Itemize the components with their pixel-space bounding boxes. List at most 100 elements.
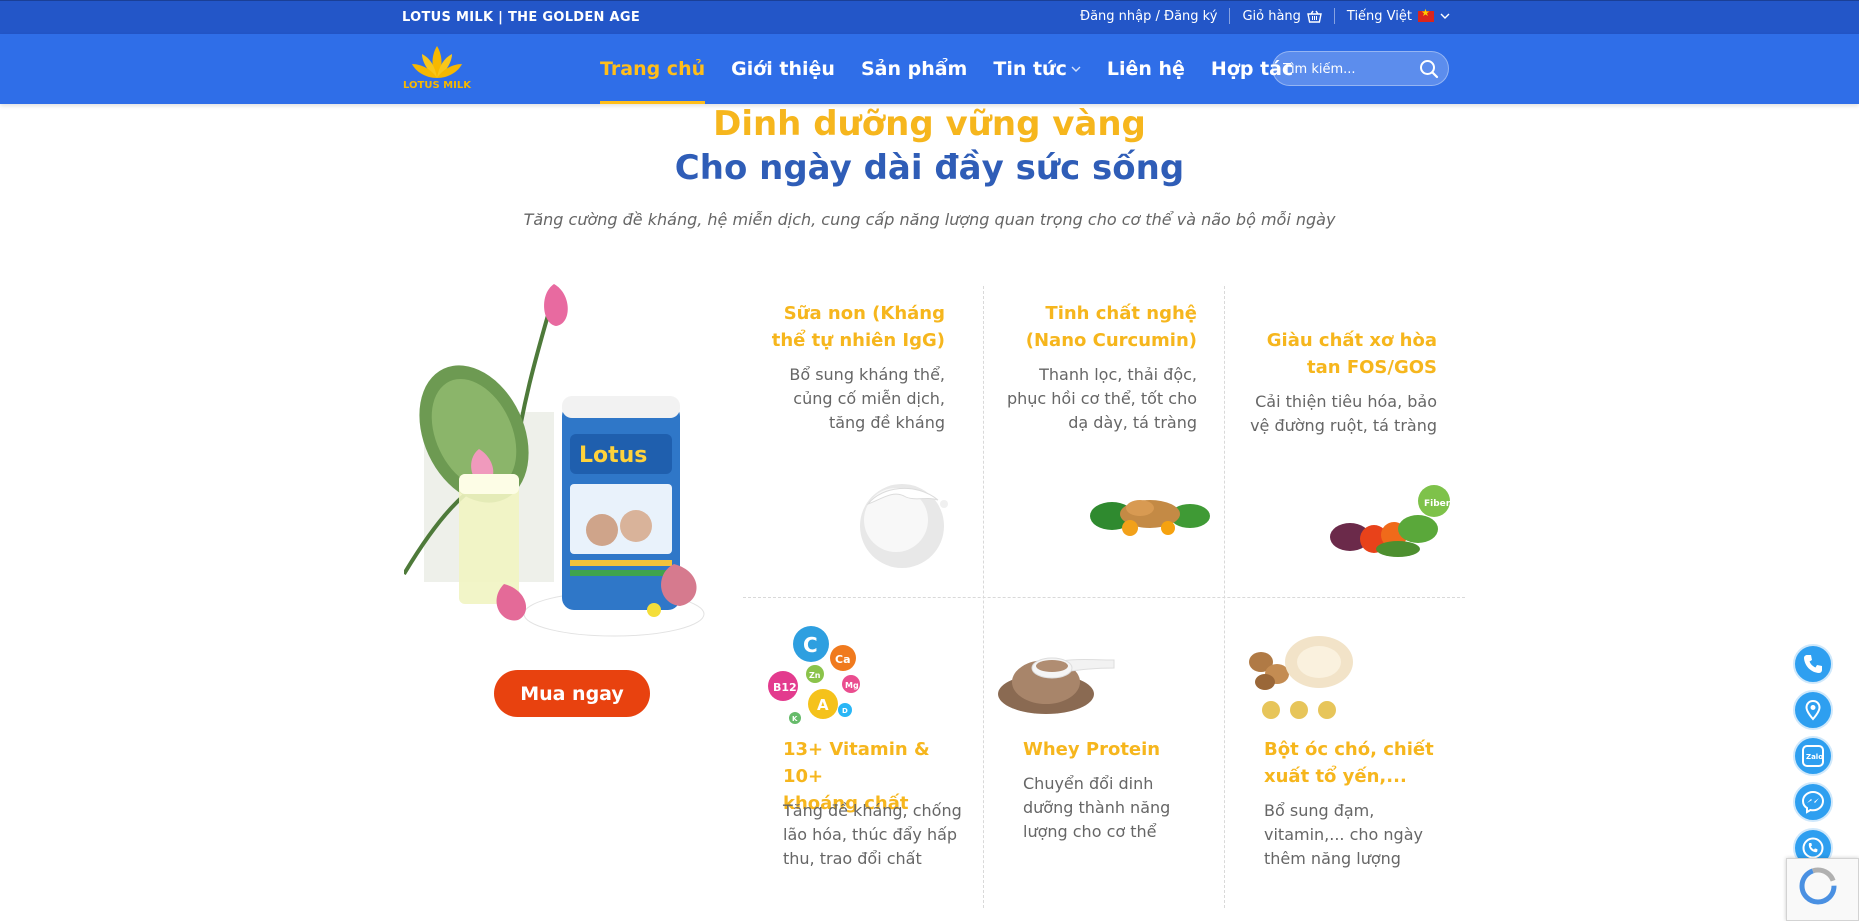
chevron-down-icon (1440, 13, 1450, 19)
feature-title: Giàu chất xơ hòa tan FOS/GOS (1229, 327, 1437, 381)
vitamin-label: Mg (845, 681, 859, 690)
language-label: Tiếng Việt (1346, 8, 1412, 24)
whey-protein-image (998, 657, 1115, 714)
chevron-down-icon (1071, 66, 1081, 72)
map-pin-icon (1805, 699, 1821, 721)
messenger-button[interactable] (1793, 782, 1833, 822)
cart-link[interactable]: Giỏ hàng (1242, 8, 1322, 24)
feature-desc-line: vệ đường ruột, tá tràng (1250, 416, 1437, 435)
vitamin-label: B12 (773, 681, 797, 694)
feature-desc-line: vitamin,... cho ngày (1264, 825, 1423, 844)
hero-subtitle: Tăng cường đề kháng, hệ miễn dịch, cung … (523, 210, 1336, 229)
feature-title-line: Whey Protein (1023, 739, 1161, 760)
feature-desc-line: Tăng đề kháng, chống (783, 801, 962, 820)
feature-desc-line: lão hóa, thúc đẩy hấp (783, 825, 958, 844)
feature-desc: Bổ sung đạm, vitamin,... cho ngày thêm n… (1264, 799, 1454, 871)
top-links: Đăng nhập / Đăng ký Giỏ hàng Tiếng Việt (1080, 8, 1450, 24)
vitamin-label: A (817, 696, 829, 714)
top-bar: LOTUS MILK | THE GOLDEN AGE Đăng nhập / … (0, 0, 1859, 34)
feature-desc-line: dưỡng thành năng (1023, 798, 1171, 817)
feature-desc-line: lượng cho cơ thể (1023, 822, 1157, 841)
zalo-button[interactable]: Zalo (1793, 736, 1833, 776)
vitamin-label: D (842, 707, 848, 715)
feature-title: Whey Protein (1023, 736, 1213, 763)
feature-desc-line: phục hồi cơ thể, tốt cho (1006, 389, 1197, 408)
product-image: Lotus (404, 284, 705, 637)
logo[interactable]: LOTUS MILK (400, 44, 474, 98)
feature-desc-line: thêm năng lượng (1264, 849, 1401, 868)
map-button[interactable] (1793, 690, 1833, 730)
feature-desc-line: Bổ sung kháng thể, (789, 365, 945, 384)
recaptcha-icon (1799, 867, 1837, 905)
feature-desc-line: tăng đề kháng (828, 413, 945, 432)
phone-icon (1804, 655, 1822, 673)
feature-title-line: Giàu chất xơ hòa (1266, 330, 1437, 351)
feature-desc-line: Bổ sung đạm, (1264, 801, 1375, 820)
vitamin-label: K (792, 715, 798, 723)
cart-label: Giỏ hàng (1242, 8, 1301, 24)
lotus-logo-icon (412, 46, 462, 78)
turmeric-image (1090, 500, 1210, 536)
main-navbar: LOTUS MILK Trang chủ Giới thiệu Sản phẩm… (0, 34, 1859, 104)
fiber-badge-text: Fiber (1424, 499, 1450, 509)
vitamin-label: Zn (809, 671, 821, 680)
nav-contact[interactable]: Liên hệ (1107, 34, 1185, 104)
search-input[interactable] (1283, 59, 1413, 79)
feature-title-line: Sữa non (Kháng (783, 303, 945, 324)
feature-desc: Bổ sung kháng thể, củng cố miễn dịch, tă… (748, 363, 945, 435)
milk-splash-image (860, 484, 948, 568)
feature-desc: Thanh lọc, thải độc, phục hồi cơ thể, tố… (988, 363, 1197, 435)
divider (1333, 8, 1335, 24)
nav-products[interactable]: Sản phẩm (861, 34, 967, 104)
logo-text: LOTUS MILK (403, 80, 471, 91)
buy-now-button[interactable]: Mua ngay (494, 670, 650, 717)
feature-title: Tinh chất nghệ (Nano Curcumin) (988, 300, 1197, 354)
search-icon[interactable] (1418, 58, 1440, 80)
vitamin-label: C (803, 633, 818, 657)
login-link[interactable]: Đăng nhập / Đăng ký (1080, 9, 1217, 24)
vietnam-flag-icon (1418, 8, 1434, 22)
hero-title-line1: Dinh dưỡng vững vàng (713, 104, 1146, 144)
grid-divider (743, 597, 1465, 598)
call-button[interactable] (1793, 644, 1833, 684)
recaptcha-badge[interactable] (1786, 858, 1859, 921)
feature-desc-line: Thanh lọc, thải độc, (1039, 365, 1197, 384)
feature-title-line: Bột óc chó, chiết (1264, 739, 1434, 760)
basket-icon (1307, 10, 1322, 23)
can-label-text: Lotus (579, 443, 647, 468)
feature-title: Sữa non (Kháng thể tự nhiên IgG) (748, 300, 945, 354)
messenger-icon (1801, 790, 1825, 814)
feature-title-line: thể tự nhiên IgG) (771, 330, 945, 351)
feature-title-line: Tinh chất nghệ (1045, 303, 1197, 324)
vitamins-image: C Ca B12 A Zn Mg D K (768, 626, 860, 724)
feature-title-line: (Nano Curcumin) (1025, 330, 1197, 351)
feature-title: Bột óc chó, chiết xuất tổ yến,... (1264, 736, 1454, 790)
fiber-vegetables-image: Fiber (1330, 485, 1450, 557)
feature-desc-line: củng cố miễn dịch, (793, 389, 945, 408)
feature-desc-line: Cải thiện tiêu hóa, bảo (1255, 392, 1437, 411)
brand-tagline: LOTUS MILK | THE GOLDEN AGE (402, 10, 641, 25)
feature-title-line: xuất tổ yến,... (1264, 766, 1407, 787)
feature-desc-line: thu, trao đổi chất (783, 849, 922, 868)
search-box (1272, 51, 1449, 86)
feature-desc-line: dạ dày, tá tràng (1068, 413, 1197, 432)
nav-news-label: Tin tức (993, 58, 1067, 80)
walnut-birdnest-image (1249, 636, 1353, 719)
hero-title-line2: Cho ngày dài đầy sức sống (674, 148, 1185, 188)
divider (1229, 8, 1231, 24)
feature-title-line: tan FOS/GOS (1306, 357, 1437, 378)
zalo-icon: Zalo (1802, 745, 1824, 767)
nav-home[interactable]: Trang chủ (600, 34, 706, 104)
zalo-label: Zalo (1806, 753, 1823, 761)
primary-nav: Trang chủ Giới thiệu Sản phẩm Tin tức Li… (600, 34, 1319, 104)
feature-desc: Cải thiện tiêu hóa, bảo vệ đường ruột, t… (1229, 390, 1437, 438)
nav-news[interactable]: Tin tức (993, 34, 1081, 104)
chat-phone-icon (1802, 837, 1824, 859)
vitamin-label: Ca (835, 653, 851, 666)
feature-desc-line: Chuyển đổi dinh (1023, 774, 1154, 793)
language-switcher[interactable]: Tiếng Việt (1346, 8, 1450, 24)
feature-title-line: 13+ Vitamin & 10+ (783, 739, 930, 787)
feature-desc: Tăng đề kháng, chống lão hóa, thúc đẩy h… (783, 799, 973, 871)
nav-about[interactable]: Giới thiệu (731, 34, 835, 104)
feature-desc: Chuyển đổi dinh dưỡng thành năng lượng c… (1023, 772, 1213, 844)
